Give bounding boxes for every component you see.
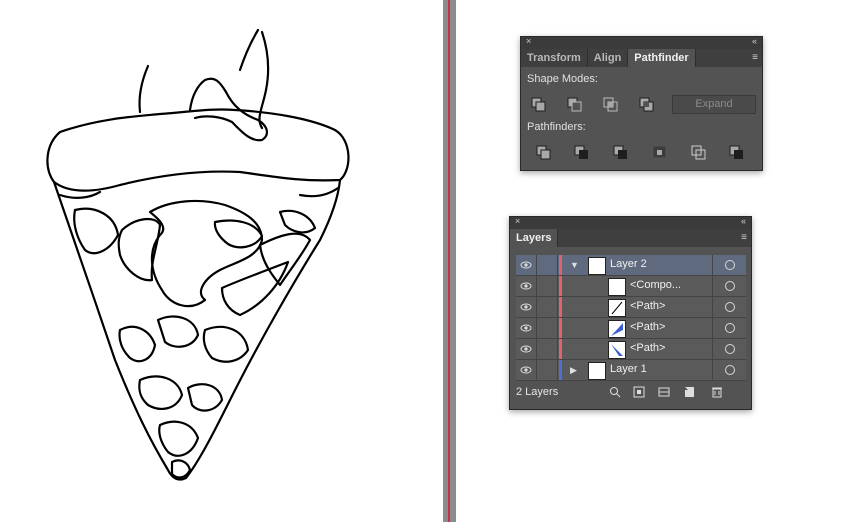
tab-pathfinder[interactable]: Pathfinder — [628, 49, 696, 67]
make-clipping-mask-icon[interactable] — [632, 386, 646, 398]
guide-line — [443, 0, 456, 522]
close-icon[interactable]: × — [515, 216, 520, 226]
layer-name[interactable]: Layer 1 — [610, 363, 647, 375]
outline-icon[interactable] — [688, 143, 710, 161]
layer-name[interactable]: Layer 2 — [610, 258, 647, 270]
panel-titlebar[interactable]: × « — [510, 216, 751, 229]
visibility-eye-icon[interactable] — [516, 297, 537, 317]
unite-icon[interactable] — [528, 95, 550, 113]
lock-toggle[interactable] — [537, 276, 558, 296]
lock-toggle[interactable] — [537, 297, 558, 317]
target-icon[interactable] — [712, 318, 747, 338]
collapse-icon[interactable]: « — [752, 36, 757, 46]
minus-back-icon[interactable] — [726, 143, 748, 161]
minus-front-icon[interactable] — [564, 95, 586, 113]
locate-object-icon[interactable] — [608, 386, 622, 398]
layer-color-bar — [559, 255, 562, 275]
panel-menu-icon[interactable]: ≡ — [741, 232, 747, 243]
create-layer-icon[interactable] — [682, 386, 696, 398]
visibility-eye-icon[interactable] — [516, 276, 537, 296]
expand-triangle-icon[interactable]: ▼ — [570, 260, 579, 270]
visibility-eye-icon[interactable] — [516, 339, 537, 359]
layer-row-compound-path[interactable]: <Compo... — [516, 276, 746, 297]
layer-color-bar — [559, 318, 562, 338]
layer-row-layer-1[interactable]: ▶ Layer 1 — [516, 360, 746, 381]
layer-thumbnail — [608, 299, 626, 317]
layer-thumbnail — [608, 278, 626, 296]
panel-titlebar[interactable]: × « — [521, 36, 762, 49]
expand-triangle-icon[interactable]: ▶ — [570, 365, 577, 376]
layer-thumbnail — [588, 257, 606, 275]
lock-toggle[interactable] — [537, 255, 558, 275]
target-icon[interactable] — [712, 297, 747, 317]
layer-thumbnail — [608, 320, 626, 338]
layer-color-bar — [559, 360, 562, 380]
visibility-eye-icon[interactable] — [516, 318, 537, 338]
panel-menu-icon[interactable]: ≡ — [752, 52, 758, 63]
visibility-eye-icon[interactable] — [516, 360, 537, 380]
target-icon[interactable] — [712, 276, 747, 296]
tab-transform[interactable]: Transform — [521, 49, 588, 67]
pathfinders-label: Pathfinders: — [527, 121, 586, 133]
layer-name[interactable]: <Path> — [630, 342, 665, 354]
expand-button[interactable]: Expand — [672, 95, 756, 114]
layer-color-bar — [559, 297, 562, 317]
target-icon[interactable] — [712, 255, 747, 275]
lock-toggle[interactable] — [537, 360, 558, 380]
divide-icon[interactable] — [533, 143, 555, 161]
shape-modes-label: Shape Modes: — [527, 73, 598, 85]
layer-row-path[interactable]: <Path> — [516, 297, 746, 318]
delete-icon[interactable] — [710, 386, 724, 398]
visibility-eye-icon[interactable] — [516, 255, 537, 275]
exclude-icon[interactable] — [636, 95, 658, 113]
layer-thumbnail — [608, 341, 626, 359]
layer-name[interactable]: <Path> — [630, 321, 665, 333]
tab-layers[interactable]: Layers — [510, 229, 559, 247]
layers-panel: × « Layers ≡ ▼ Layer 2 <Compo... <Path> — [509, 216, 752, 410]
layer-color-bar — [559, 339, 562, 359]
layer-name[interactable]: <Path> — [630, 300, 665, 312]
pathfinder-panel: × « Transform Align Pathfinder ≡ Shape M… — [520, 36, 763, 171]
layers-count-label: 2 Layers — [516, 386, 559, 398]
target-icon[interactable] — [712, 360, 747, 380]
merge-icon[interactable] — [610, 143, 632, 161]
panel-tabs: Layers ≡ — [510, 229, 751, 247]
pizza-slice-drawing — [46, 28, 350, 481]
lock-toggle[interactable] — [537, 318, 558, 338]
layer-row-layer-2[interactable]: ▼ Layer 2 — [516, 255, 746, 276]
tab-align[interactable]: Align — [588, 49, 629, 67]
layer-color-bar — [559, 276, 562, 296]
panel-tabs: Transform Align Pathfinder ≡ — [521, 49, 762, 67]
close-icon[interactable]: × — [526, 36, 531, 46]
lock-toggle[interactable] — [537, 339, 558, 359]
layer-row-path[interactable]: <Path> — [516, 339, 746, 360]
create-sublayer-icon[interactable] — [657, 386, 671, 398]
layer-thumbnail — [588, 362, 606, 380]
target-icon[interactable] — [712, 339, 747, 359]
layer-row-path[interactable]: <Path> — [516, 318, 746, 339]
layer-name[interactable]: <Compo... — [630, 279, 681, 291]
collapse-icon[interactable]: « — [741, 216, 746, 226]
intersect-icon[interactable] — [600, 95, 622, 113]
trim-icon[interactable] — [571, 143, 593, 161]
crop-icon[interactable] — [649, 143, 671, 161]
